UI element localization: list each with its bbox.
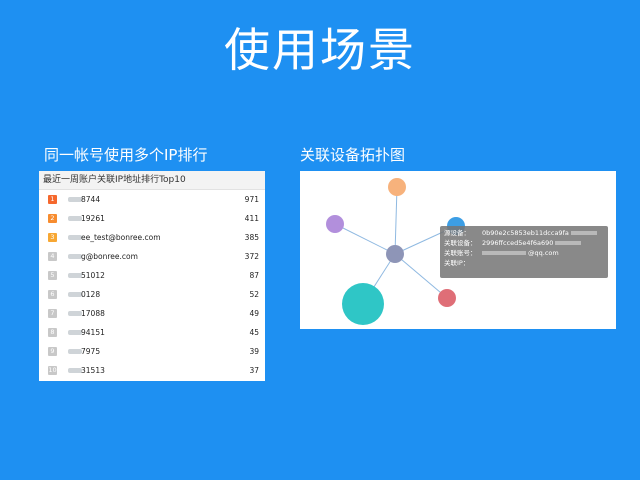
tooltip-row-device: 关联设备： 2996ffcced5e4f6a690 <box>444 238 604 248</box>
rank-account: 94151 <box>81 328 105 337</box>
rank-row: 9 7975 39 <box>39 342 265 361</box>
rank-account: 0128 <box>81 290 101 299</box>
redacted-block <box>68 273 82 278</box>
rank-badge: 4 <box>48 252 57 261</box>
ip-ranking-panel: 最近一周账户关联IP地址排行Top10 1 8744 971 2 19261 411 3 ee… <box>39 171 265 381</box>
tooltip-label: 源设备： <box>444 229 470 237</box>
rank-row: 2 19261 411 <box>39 209 265 228</box>
rank-account: 31513 <box>81 366 105 375</box>
rank-row: 8 94151 45 <box>39 323 265 342</box>
rank-badge: 6 <box>48 290 57 299</box>
redacted-block <box>68 197 82 202</box>
rank-row: 7 17088 49 <box>39 304 265 323</box>
rank-account: 51012 <box>81 271 105 280</box>
slide-title: 使用场景 <box>224 23 416 77</box>
rank-row: 1 8744 971 <box>39 190 265 209</box>
rank-count: 385 <box>244 233 259 242</box>
redacted-block <box>68 311 82 316</box>
rank-badge: 5 <box>48 271 57 280</box>
rank-account: 7975 <box>81 347 101 356</box>
rank-badge: 2 <box>48 214 57 223</box>
right-caption: 关联设备拓扑图 <box>300 146 406 164</box>
tooltip-value: 2996ffcced5e4f6a690 <box>482 239 554 247</box>
redacted-block <box>68 368 82 373</box>
redacted-block <box>68 292 82 297</box>
rank-row: 10 31513 37 <box>39 361 265 380</box>
left-caption: 同一帐号使用多个IP排行 <box>44 146 208 164</box>
rank-account: 8744 <box>81 195 101 204</box>
tooltip-row-ip: 关联IP： <box>444 258 604 268</box>
rank-count: 372 <box>244 252 259 261</box>
ranking-panel-title: 最近一周账户关联IP地址排行Top10 <box>39 171 265 190</box>
redacted-block <box>68 235 82 240</box>
rank-row: 6 0128 52 <box>39 285 265 304</box>
tooltip-value: 0b90e2c5853eb11dcca9fa <box>482 229 569 237</box>
redacted-block <box>570 231 597 235</box>
tooltip-row-source: 源设备： 0b90e2c5853eb11dcca9fa <box>444 228 604 238</box>
tooltip-label: 关联设备： <box>444 239 477 247</box>
rank-badge: 1 <box>48 195 57 204</box>
tooltip-row-account: 关联账号： @qq.com <box>444 248 604 258</box>
graph-node-red[interactable] <box>438 289 456 307</box>
redacted-block <box>68 330 82 335</box>
tooltip-label: 关联IP： <box>444 259 470 267</box>
rank-badge: 10 <box>48 366 57 375</box>
tooltip-value: @qq.com <box>528 249 559 257</box>
rank-account: ee_test@bonree.com <box>81 233 161 242</box>
graph-node-teal[interactable] <box>342 283 384 325</box>
topology-panel: 源设备： 0b90e2c5853eb11dcca9fa 关联设备： 2996ffcc… <box>300 171 616 329</box>
graph-node-purple[interactable] <box>326 215 344 233</box>
redacted-block <box>68 349 82 354</box>
redacted-block <box>555 241 582 245</box>
rank-badge: 7 <box>48 309 57 318</box>
rank-count: 52 <box>249 290 259 299</box>
rank-badge: 9 <box>48 347 57 356</box>
rank-badge: 3 <box>48 233 57 242</box>
rank-count: 45 <box>249 328 259 337</box>
redacted-block <box>68 216 82 221</box>
rank-count: 39 <box>249 347 259 356</box>
ranking-list: 1 8744 971 2 19261 411 3 ee_test@bonree.com 385 4… <box>39 190 265 380</box>
rank-row: 4 g@bonree.com 372 <box>39 247 265 266</box>
rank-badge: 8 <box>48 328 57 337</box>
graph-edge <box>394 186 398 255</box>
redacted-block <box>482 251 526 255</box>
tooltip-label: 关联账号： <box>444 249 477 257</box>
rank-count: 37 <box>249 366 259 375</box>
redacted-block <box>68 254 82 259</box>
graph-edge <box>334 223 396 255</box>
rank-count: 971 <box>244 195 259 204</box>
rank-account: 19261 <box>81 214 105 223</box>
rank-row: 5 51012 87 <box>39 266 265 285</box>
rank-count: 87 <box>249 271 259 280</box>
rank-row: 3 ee_test@bonree.com 385 <box>39 228 265 247</box>
node-tooltip: 源设备： 0b90e2c5853eb11dcca9fa 关联设备： 2996ffcc… <box>440 226 608 278</box>
rank-count: 49 <box>249 309 259 318</box>
rank-account: g@bonree.com <box>81 252 138 261</box>
rank-account: 17088 <box>81 309 105 318</box>
graph-node-orange[interactable] <box>388 178 406 196</box>
rank-count: 411 <box>244 214 259 223</box>
graph-node-center[interactable] <box>386 245 404 263</box>
